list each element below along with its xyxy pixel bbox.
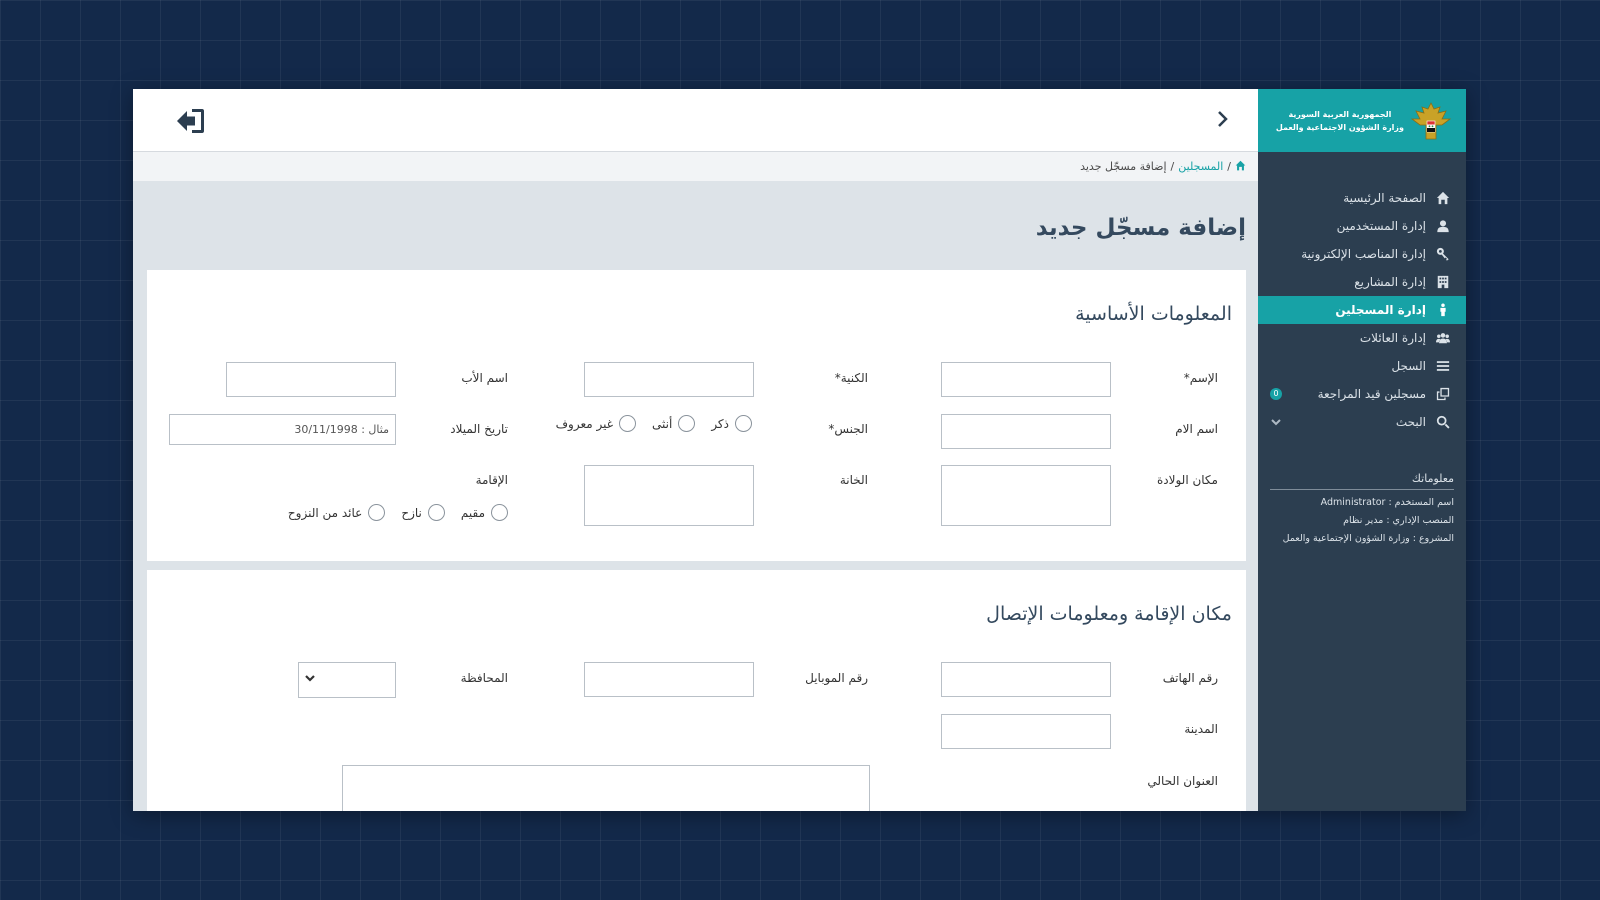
home-icon <box>1436 191 1450 205</box>
breadcrumb-link-registrants[interactable]: المسجلين <box>1178 160 1223 173</box>
search-icon <box>1436 415 1450 429</box>
father-name-field[interactable] <box>226 362 396 397</box>
first-name-field[interactable] <box>941 362 1111 397</box>
pending-count-badge: 0 <box>1270 388 1282 400</box>
governorate-select[interactable] <box>298 662 396 698</box>
sidebar-item-label: إدارة العائلات <box>1359 331 1426 345</box>
governorate-label: المحافظة <box>460 671 508 685</box>
sidebar-item-label: مسجلين قيد المراجعة <box>1317 387 1426 401</box>
city-field[interactable] <box>941 714 1111 749</box>
contact-info-title: مكان الإقامة ومعلومات الإتصال <box>986 603 1232 625</box>
breadcrumb: / المسجلين / إضافة مسجّل جديد <box>133 152 1258 181</box>
birth-date-field[interactable]: مثال : 30/11/1998 <box>169 414 396 445</box>
main-content: / المسجلين / إضافة مسجّل جديد إضافة مسجّ… <box>133 89 1258 811</box>
user-info-panel: معلوماتك اسم المستخدم : Administrator ال… <box>1258 472 1466 544</box>
breadcrumb-current: إضافة مسجّل جديد <box>1080 160 1167 173</box>
residence-options: مقيم نازح عائد من النزوح <box>288 504 508 521</box>
address-label: العنوان الحالي <box>1147 774 1218 788</box>
sidebar-item-label: إدارة المسجلين <box>1335 303 1426 317</box>
logout-icon[interactable] <box>175 107 205 135</box>
list-icon <box>1436 359 1450 373</box>
sidebar-item-search[interactable]: البحث <box>1258 408 1466 436</box>
sidebar-item-families[interactable]: إدارة العائلات <box>1258 324 1466 352</box>
clone-icon <box>1436 387 1450 401</box>
address-field[interactable] <box>342 765 870 811</box>
sidebar-item-projects[interactable]: إدارة المشاريع <box>1258 268 1466 296</box>
gender-option-label: أنثى <box>652 416 673 431</box>
sidebar-item-label: البحث <box>1395 415 1426 429</box>
page-title: إضافة مسجّل جديد <box>1035 215 1246 241</box>
mobile-label: رقم الموبايل <box>805 671 868 685</box>
residence-option-label: مقيم <box>460 505 485 520</box>
basic-info-title: المعلومات الأساسية <box>1075 303 1232 325</box>
residence-option-label: عائد من النزوح <box>287 505 363 520</box>
top-bar <box>133 89 1258 152</box>
syrian-eagle-logo <box>1410 101 1452 139</box>
contact-info-card: مكان الإقامة ومعلومات الإتصال رقم الهاتف… <box>147 570 1246 811</box>
building-icon <box>1436 275 1450 289</box>
gender-radio-male[interactable] <box>735 415 752 432</box>
logo-text: الجمهورية العربية السورية وزارة الشؤون ا… <box>1276 108 1404 134</box>
residence-label: الإقامة <box>475 473 508 487</box>
sidebar: الجمهورية العربية السورية وزارة الشؤون ا… <box>1258 89 1466 811</box>
logo-line-2: وزارة الشؤون الاجتماعية والعمل <box>1275 122 1404 132</box>
sidebar-nav: الصفحة الرئيسية إدارة المستخدمين إدارة ا… <box>1258 184 1466 436</box>
chevron-right-icon[interactable] <box>1212 109 1232 129</box>
gender-option-label: غير معروف <box>555 416 614 431</box>
father-name-label: اسم الأب <box>461 371 508 385</box>
user-icon <box>1436 219 1450 233</box>
chevron-down-icon <box>305 675 315 682</box>
breadcrumb-separator: / <box>1170 160 1175 173</box>
mobile-field[interactable] <box>584 662 754 697</box>
residence-option-label: نازح <box>401 505 422 520</box>
sidebar-item-positions[interactable]: إدارة المناصب الإلكترونية <box>1258 240 1466 268</box>
surname-field[interactable] <box>584 362 754 397</box>
residence-radio-returnee[interactable] <box>368 504 386 521</box>
first-name-label: الإسم* <box>1183 371 1218 385</box>
chevron-down-icon[interactable] <box>1270 416 1282 428</box>
sidebar-item-home[interactable]: الصفحة الرئيسية <box>1258 184 1466 212</box>
registry-label: الخانة <box>839 473 868 487</box>
gender-option-label: ذكر <box>711 416 729 431</box>
gender-radio-unknown[interactable] <box>619 415 637 432</box>
mother-name-label: اسم الام <box>1175 422 1218 436</box>
sidebar-item-pending-review[interactable]: مسجلين قيد المراجعة 0 <box>1258 380 1466 408</box>
residence-radio-resident[interactable] <box>491 504 508 521</box>
sidebar-item-log[interactable]: السجل <box>1258 352 1466 380</box>
birth-date-label: تاريخ الميلاد <box>450 422 508 436</box>
user-info-role: المنصب الإداري : مدير نظام <box>1343 515 1454 526</box>
phone-label: رقم الهاتف <box>1162 671 1218 685</box>
user-info-username: اسم المستخدم : Administrator <box>1320 497 1454 508</box>
gender-label: الجنس* <box>828 422 868 436</box>
city-label: المدينة <box>1184 722 1218 736</box>
sidebar-item-label: إدارة المستخدمين <box>1336 219 1426 233</box>
gender-radio-female[interactable] <box>678 415 696 432</box>
sidebar-item-label: إدارة المشاريع <box>1354 275 1426 289</box>
birth-place-field[interactable] <box>941 465 1111 526</box>
surname-label: الكنية* <box>834 371 868 385</box>
sidebar-item-label: السجل <box>1391 359 1426 373</box>
basic-info-card: المعلومات الأساسية الإسم* الكنية* اسم ال… <box>147 270 1246 561</box>
home-icon[interactable] <box>1235 160 1246 174</box>
person-icon <box>1436 303 1450 317</box>
gender-options: ذكر أنثى غير معروف <box>556 415 752 432</box>
registry-field[interactable] <box>584 465 754 526</box>
sidebar-item-label: إدارة المناصب الإلكترونية <box>1301 247 1426 261</box>
sidebar-item-label: الصفحة الرئيسية <box>1343 191 1426 205</box>
key-icon <box>1436 247 1450 261</box>
logo-line-1: الجمهورية العربية السورية <box>1288 109 1392 119</box>
sidebar-header: الجمهورية العربية السورية وزارة الشؤون ا… <box>1258 89 1466 152</box>
birth-place-label: مكان الولادة <box>1156 473 1218 487</box>
mother-name-field[interactable] <box>941 414 1111 449</box>
user-info-title: معلوماتك <box>1270 472 1454 490</box>
residence-radio-displaced[interactable] <box>427 504 445 521</box>
breadcrumb-separator: / <box>1227 160 1231 173</box>
phone-field[interactable] <box>941 662 1111 697</box>
app-window: الجمهورية العربية السورية وزارة الشؤون ا… <box>133 89 1466 811</box>
users-icon <box>1436 331 1450 345</box>
sidebar-item-registrants[interactable]: إدارة المسجلين <box>1258 296 1466 324</box>
sidebar-item-users[interactable]: إدارة المستخدمين <box>1258 212 1466 240</box>
user-info-project: المشروع : وزارة الشؤون الإجتماعية والعمل <box>1282 533 1454 544</box>
